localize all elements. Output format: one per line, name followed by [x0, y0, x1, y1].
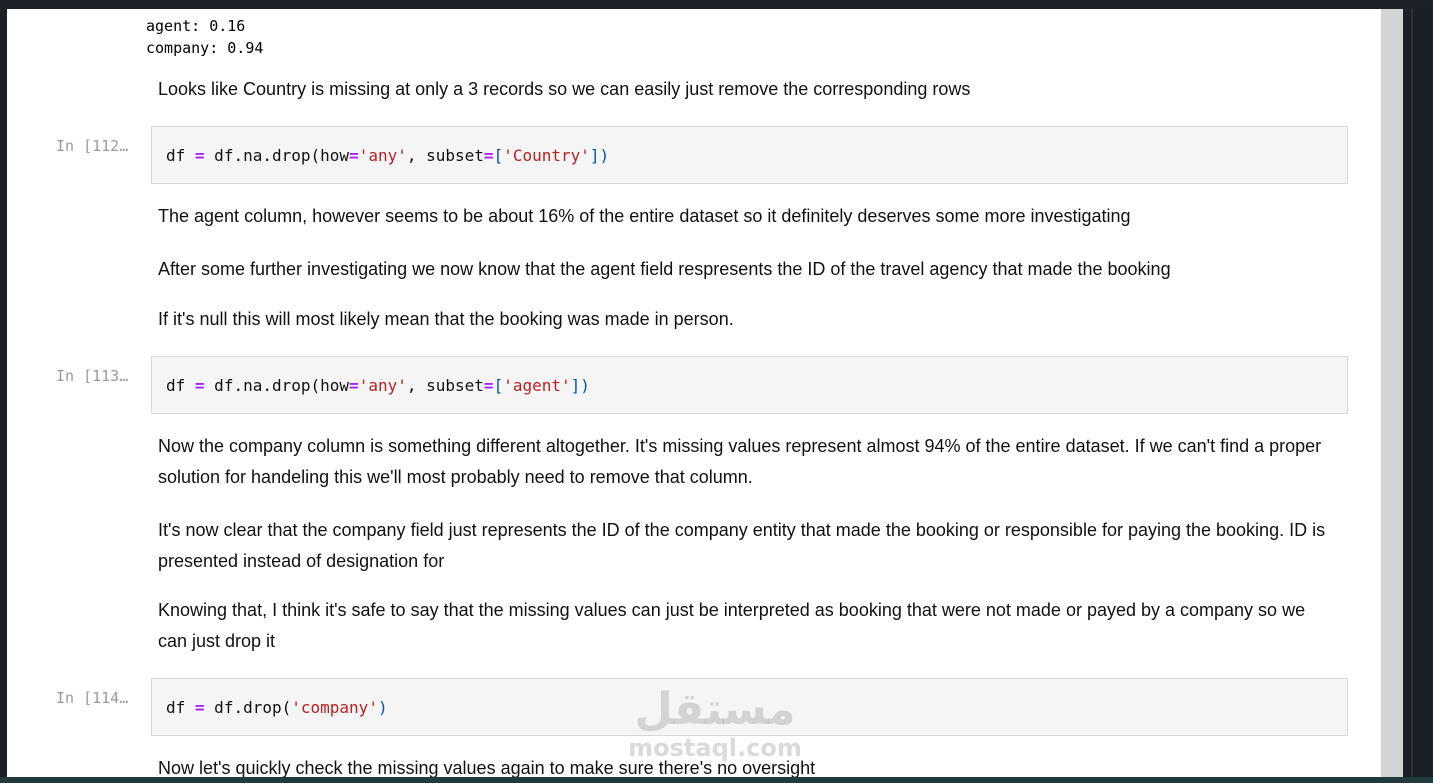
bottom-bar	[0, 777, 1433, 783]
app-window: agent: 0.16 company: 0.94 Looks like Cou…	[0, 0, 1433, 783]
right-panel	[1403, 9, 1433, 777]
markdown-cell: If it's null this will most likely mean …	[158, 309, 734, 329]
code-cell[interactable]: df = df.drop('company')	[151, 678, 1348, 736]
cell-prompt: In [112…	[56, 137, 129, 155]
code-cell[interactable]: df = df.na.drop(how='any', subset=['Coun…	[151, 126, 1348, 184]
markdown-cell: Knowing that, I think it's safe to say t…	[158, 600, 1306, 651]
output-line-agent: agent: 0.16	[146, 17, 246, 35]
markdown-cell: Now let's quickly check the missing valu…	[158, 758, 816, 777]
code-line: df = df.na.drop(how='any', subset=['Coun…	[166, 146, 610, 165]
markdown-cell: It's now clear that the company field ju…	[158, 520, 1326, 571]
markdown-cell: Looks like Country is missing at only a …	[158, 79, 971, 99]
notebook-panel[interactable]: agent: 0.16 company: 0.94 Looks like Cou…	[7, 9, 1381, 777]
markdown-cell: Now the company column is something diff…	[158, 436, 1322, 487]
markdown-cell: After some further investigating we now …	[158, 259, 1171, 279]
markdown-cell: The agent column, however seems to be ab…	[158, 206, 1131, 226]
cell-prompt: In [114…	[56, 689, 129, 707]
top-bar	[0, 0, 1433, 9]
output-line-company: company: 0.94	[146, 39, 264, 57]
code-cell[interactable]: df = df.na.drop(how='any', subset=['agen…	[151, 356, 1348, 414]
code-line: df = df.na.drop(how='any', subset=['agen…	[166, 376, 590, 395]
cell-prompt: In [113…	[56, 367, 129, 385]
scrollbar-track[interactable]	[1381, 9, 1403, 777]
divider	[1411, 9, 1413, 777]
code-line: df = df.drop('company')	[166, 698, 388, 717]
